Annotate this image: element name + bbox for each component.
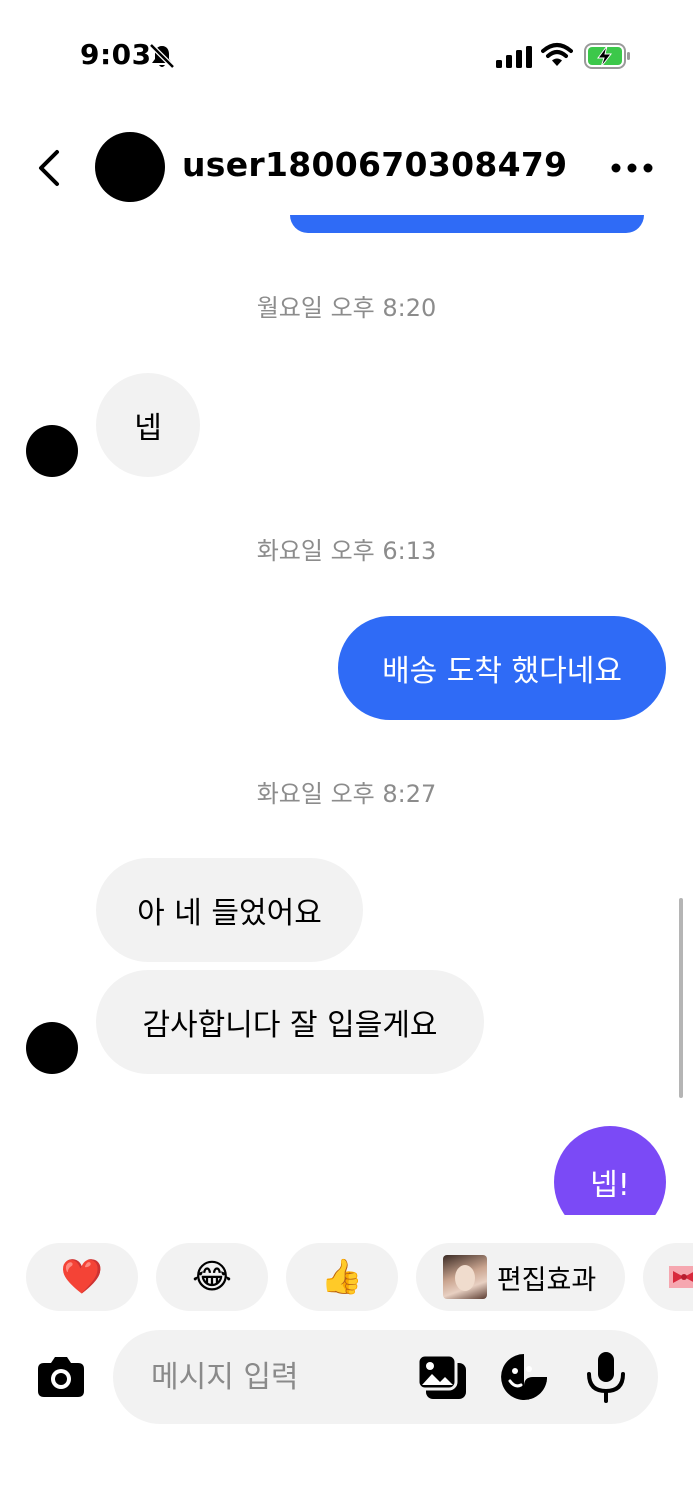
- incoming-message-bubble[interactable]: 넵: [96, 373, 200, 477]
- camera-icon[interactable]: [36, 1355, 86, 1399]
- outgoing-message-bubble[interactable]: 넵!: [554, 1126, 666, 1215]
- laugh-reaction-button[interactable]: 😂: [156, 1243, 268, 1311]
- timestamp: 화요일 오후 6:13: [256, 537, 437, 565]
- heart-reaction-button[interactable]: ❤️: [26, 1243, 138, 1311]
- thumbs-up-reaction-button[interactable]: 👍: [286, 1243, 398, 1311]
- microphone-icon[interactable]: [584, 1350, 628, 1404]
- effect-label: 편집효과: [496, 1264, 597, 1296]
- outgoing-message-bubble[interactable]: 배송 도착 했다네요: [338, 616, 666, 720]
- incoming-message-bubble[interactable]: 감사합니다 잘 입을게요: [96, 970, 484, 1074]
- message-list[interactable]: 월요일 오후 8:20 넵 화요일 오후 6:13 배송 도착 했다네요 화요일…: [0, 215, 693, 1215]
- ribbon-icon: [669, 1266, 693, 1288]
- more-options-icon[interactable]: [608, 156, 656, 180]
- status-bar: 9:03: [0, 0, 693, 110]
- scrollbar[interactable]: [679, 898, 683, 1098]
- message-input[interactable]: [113, 1330, 658, 1424]
- wifi-icon: [541, 43, 573, 66]
- laughing-emoji-icon: 😂: [192, 1257, 232, 1297]
- quick-reaction-bar: ❤️ 😂 👍 편집효과: [0, 1243, 693, 1311]
- peer-avatar[interactable]: [26, 425, 78, 477]
- sticker-icon[interactable]: [499, 1352, 549, 1402]
- effect-thumbnail: [442, 1255, 487, 1299]
- back-button[interactable]: [30, 144, 66, 192]
- cellular-signal-icon: [496, 46, 532, 68]
- chat-header: user1800670308479: [0, 120, 693, 215]
- bell-slash-icon: [149, 43, 175, 69]
- incoming-message-bubble[interactable]: 아 네 들었어요: [96, 858, 363, 962]
- gallery-icon[interactable]: [416, 1353, 468, 1401]
- status-time: 9:03: [80, 38, 152, 71]
- ribbon-reaction-button[interactable]: [643, 1243, 693, 1311]
- header-avatar[interactable]: [95, 132, 165, 202]
- battery-charging-icon: [584, 43, 630, 69]
- timestamp: 화요일 오후 8:27: [256, 780, 437, 808]
- partial-outgoing-bubble[interactable]: [290, 215, 644, 233]
- heart-emoji-icon: ❤️: [60, 1257, 104, 1297]
- peer-avatar[interactable]: [26, 1022, 78, 1074]
- message-composer: [0, 1330, 693, 1424]
- header-username[interactable]: user1800670308479: [182, 145, 567, 184]
- edit-effect-button[interactable]: 편집효과: [416, 1243, 625, 1311]
- timestamp: 월요일 오후 8:20: [256, 294, 437, 322]
- thumbs-up-emoji-icon: 👍: [320, 1257, 364, 1297]
